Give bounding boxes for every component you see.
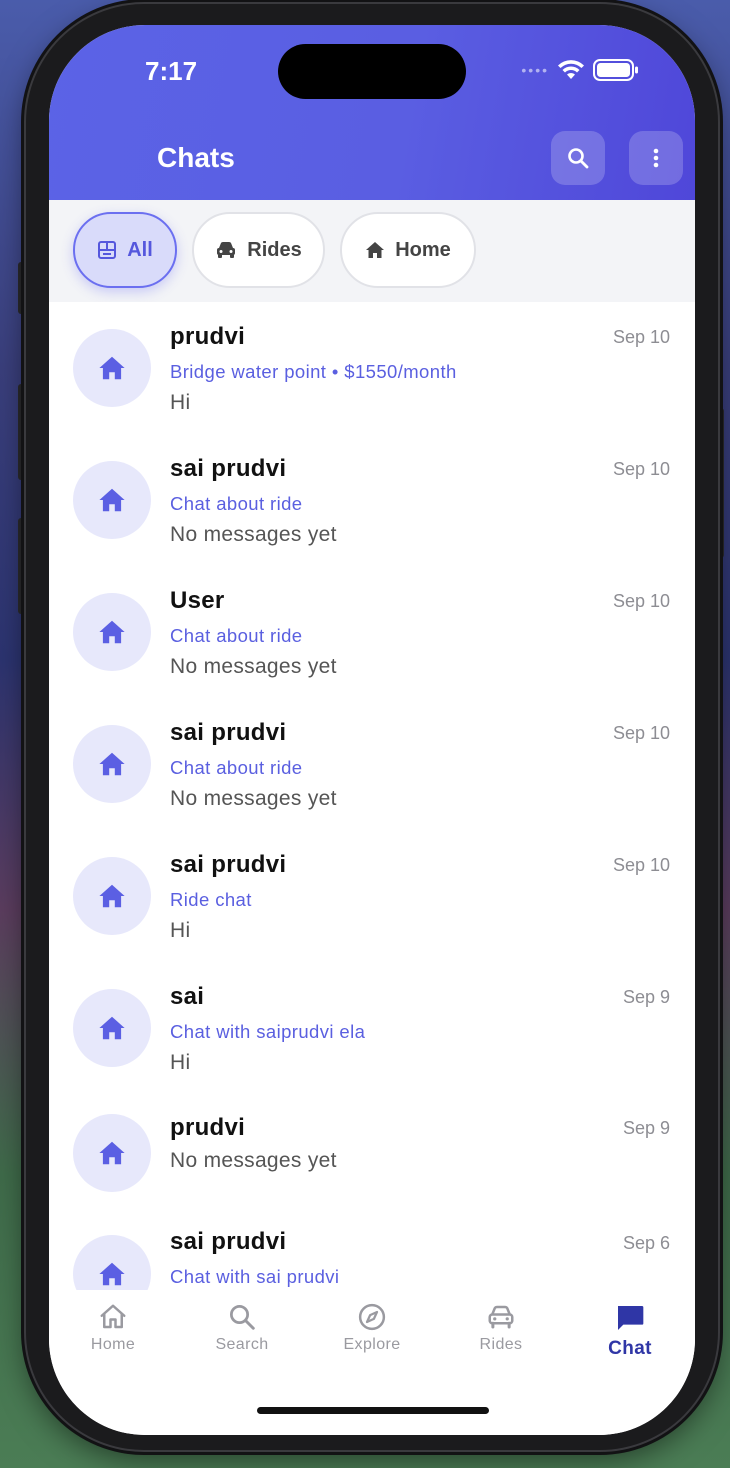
car-icon xyxy=(217,242,236,258)
tab-rides[interactable]: Rides xyxy=(451,1302,551,1354)
filter-chip-home[interactable]: Home xyxy=(340,212,476,288)
chat-subtitle: Chat about ride xyxy=(170,625,303,646)
chat-name: prudvi xyxy=(170,323,246,350)
filter-chip-label: Home xyxy=(395,238,451,261)
chat-date: Sep 9 xyxy=(622,1118,670,1138)
chat-name: sai prudvi xyxy=(170,851,287,878)
chat-subtitle: Bridge water point • $1550/month xyxy=(170,361,457,382)
home-icon xyxy=(99,1141,125,1165)
home-icon xyxy=(366,242,385,258)
avatar xyxy=(73,989,151,1067)
volume-down-button xyxy=(18,518,26,614)
avatar xyxy=(73,857,151,935)
chat-list-item[interactable]: sai prudvi Sep 10 Ride chat Hi xyxy=(49,830,695,962)
chat-subtitle: Chat with saiprudvi ela xyxy=(170,1021,366,1042)
chat-name: sai prudvi xyxy=(170,719,287,746)
filter-chip-all[interactable]: All xyxy=(73,212,177,288)
more-vert-icon xyxy=(653,148,659,168)
tab-label: Explore xyxy=(343,1336,401,1353)
filter-chip-label: Rides xyxy=(247,238,302,261)
home-icon xyxy=(99,752,125,776)
chat-date: Sep 10 xyxy=(612,327,670,347)
home-icon xyxy=(99,488,125,512)
chat-subtitle: Chat about ride xyxy=(170,493,303,514)
search-icon xyxy=(568,148,589,169)
silent-switch xyxy=(18,262,26,314)
avatar xyxy=(73,593,151,671)
status-icons: •••• xyxy=(521,59,639,81)
status-time: 7:17 xyxy=(145,56,198,86)
home-icon xyxy=(99,884,125,908)
battery-icon xyxy=(593,59,638,81)
filter-bar: All Rides Home xyxy=(49,200,695,302)
search-button[interactable] xyxy=(551,131,605,185)
signal-icon: •••• xyxy=(521,62,549,78)
chat-last-message: Hi xyxy=(170,919,191,942)
filter-chip-rides[interactable]: Rides xyxy=(192,212,325,288)
home-icon xyxy=(99,620,125,644)
chat-date: Sep 10 xyxy=(612,855,670,875)
chat-subtitle: Ride chat xyxy=(170,889,252,910)
home-indicator xyxy=(257,1407,489,1414)
chat-subtitle: Chat with sai prudvi xyxy=(170,1266,340,1287)
home-icon xyxy=(99,356,125,380)
chat-last-message: No messages yet xyxy=(170,655,337,678)
tab-home[interactable]: Home xyxy=(63,1302,163,1354)
chat-last-message: No messages yet xyxy=(170,787,337,810)
avatar xyxy=(73,329,151,407)
chat-subtitle: Chat about ride xyxy=(170,757,303,778)
tab-chat[interactable]: Chat xyxy=(580,1302,680,1360)
chat-list-item[interactable]: sai prudvi Sep 10 Chat about ride No mes… xyxy=(49,698,695,830)
chat-last-message: No messages yet xyxy=(170,1149,337,1172)
car-outline-icon xyxy=(488,1305,514,1329)
chat-list-item[interactable]: sai prudvi Sep 10 Chat about ride No mes… xyxy=(49,434,695,566)
chat-list-item[interactable]: prudvi Sep 10 Bridge water point • $1550… xyxy=(49,302,695,434)
chat-list-item[interactable]: sai prudvi Sep 6 Chat with sai prudvi xyxy=(49,1202,695,1290)
avatar xyxy=(73,1235,151,1290)
avatar xyxy=(73,461,151,539)
more-options-button[interactable] xyxy=(629,131,683,185)
chat-last-message: Hi xyxy=(170,1051,191,1074)
chat-date: Sep 9 xyxy=(622,987,670,1007)
chat-last-message: No messages yet xyxy=(170,523,337,546)
chat-name: sai prudvi xyxy=(170,1228,287,1255)
dynamic-island xyxy=(278,44,466,99)
home-icon xyxy=(99,1262,125,1286)
wifi-icon xyxy=(558,60,584,79)
tab-label: Home xyxy=(90,1336,136,1353)
chat-list-item[interactable]: prudvi Sep 9 No messages yet xyxy=(49,1094,695,1202)
chat-name: User xyxy=(170,587,225,614)
page-title: Chats xyxy=(157,142,235,173)
header: 7:17 •••• Chats xyxy=(49,25,695,200)
compass-icon xyxy=(358,1303,386,1331)
chat-name: sai prudvi xyxy=(170,455,287,482)
grid-icon xyxy=(98,241,117,259)
tab-label: Rides xyxy=(479,1336,523,1353)
chat-name: sai xyxy=(170,983,205,1010)
filter-chip-label: All xyxy=(127,238,153,261)
chat-last-message: Hi xyxy=(170,391,191,414)
home-outline-icon xyxy=(100,1304,126,1329)
search-icon xyxy=(230,1305,255,1330)
tab-explore[interactable]: Explore xyxy=(322,1302,422,1354)
avatar xyxy=(73,725,151,803)
tab-label: Search xyxy=(215,1336,269,1353)
chat-bubble-icon xyxy=(618,1306,644,1330)
chat-date: Sep 6 xyxy=(622,1233,670,1253)
chat-date: Sep 10 xyxy=(612,591,670,611)
chat-name: prudvi xyxy=(170,1114,246,1141)
tab-search[interactable]: Search xyxy=(192,1302,292,1354)
chat-date: Sep 10 xyxy=(612,459,670,479)
home-icon xyxy=(99,1016,125,1040)
chat-list-item[interactable]: sai Sep 9 Chat with saiprudvi ela Hi xyxy=(49,962,695,1094)
chat-list-item[interactable]: User Sep 10 Chat about ride No messages … xyxy=(49,566,695,698)
chat-list: prudvi Sep 10 Bridge water point • $1550… xyxy=(49,302,695,1290)
tab-label: Chat xyxy=(608,1338,652,1359)
chat-date: Sep 10 xyxy=(612,723,670,743)
app-screen: 7:17 •••• Chats All Rides Home prudvi Se… xyxy=(49,25,695,1435)
volume-up-button xyxy=(18,384,26,480)
avatar xyxy=(73,1114,151,1192)
